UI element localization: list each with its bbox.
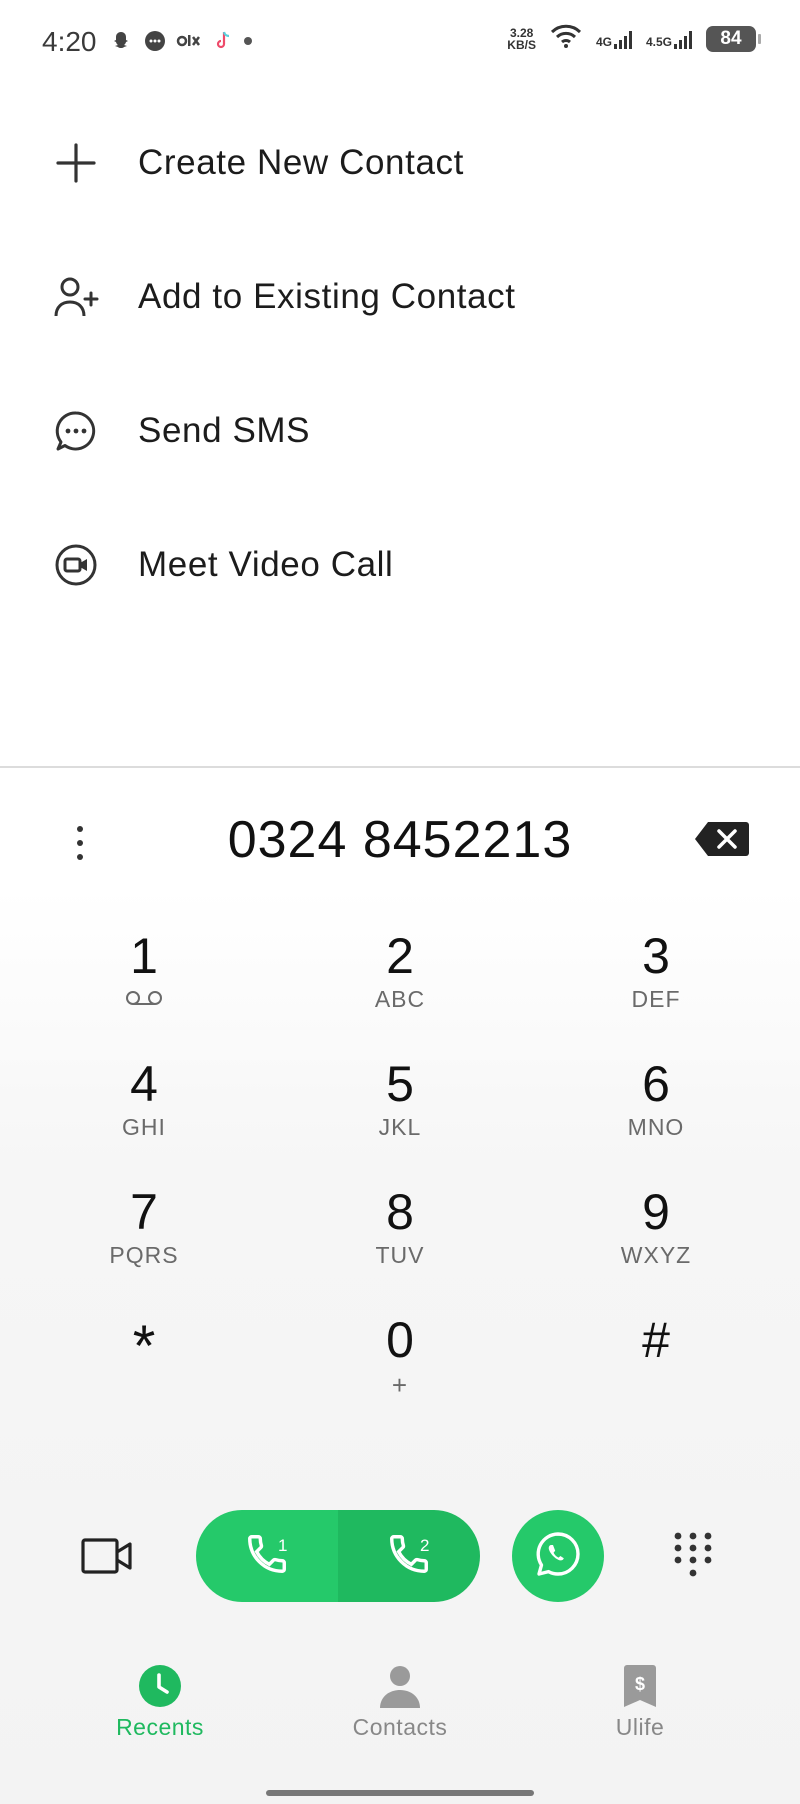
clock-icon <box>138 1664 182 1708</box>
sim2-label: 2 <box>420 1536 430 1555</box>
wifi-icon <box>550 24 582 53</box>
whatsapp-icon <box>533 1529 583 1584</box>
more-notifications-dot <box>244 37 252 45</box>
create-new-contact-item[interactable]: Create New Contact <box>0 96 800 230</box>
menu-item-label: Meet Video Call <box>138 545 394 584</box>
key-5[interactable]: 5 JKL <box>300 1056 500 1176</box>
dialer-panel: 0324 8452213 1 2 ABC 3 DEF 4 GHI 5 JKL 6… <box>0 768 800 1804</box>
status-time: 4:20 <box>42 26 97 57</box>
notification-icons <box>108 28 252 54</box>
video-call-button[interactable] <box>80 1536 134 1576</box>
svg-text:$: $ <box>635 1674 645 1694</box>
battery-indicator: 84 <box>706 25 761 52</box>
tab-label: Ulife <box>615 1714 665 1740</box>
ulife-wallet-icon: $ <box>618 1664 662 1708</box>
snapchat-icon <box>108 28 134 54</box>
key-7[interactable]: 7 PQRS <box>44 1184 244 1304</box>
signal-bars-icon <box>674 29 692 49</box>
status-bar: 4:20 3.28 KB/S 4G 4.5G 84 <box>0 0 800 90</box>
net-speed: 3.28 KB/S <box>507 25 536 52</box>
meet-video-call-item[interactable]: Meet Video Call <box>0 498 800 632</box>
voicemail-icon <box>44 986 244 1013</box>
dialed-number[interactable]: 0324 8452213 <box>0 810 800 870</box>
whatsapp-call-button[interactable] <box>512 1510 604 1602</box>
send-sms-item[interactable]: Send SMS <box>0 364 800 498</box>
olx-icon <box>176 28 202 54</box>
sim1-label: 1 <box>278 1536 288 1555</box>
key-3[interactable]: 3 DEF <box>556 928 756 1048</box>
menu-item-label: Add to Existing Contact <box>138 277 516 316</box>
menu-item-label: Send SMS <box>138 411 311 450</box>
key-1[interactable]: 1 <box>44 928 244 1048</box>
call-sim1-button[interactable]: 1 <box>196 1510 338 1602</box>
key-4[interactable]: 4 GHI <box>44 1056 244 1176</box>
sim1-signal: 4G <box>596 29 632 49</box>
number-actions-menu: Create New Contact Add to Existing Conta… <box>0 96 800 632</box>
message-notification-icon <box>142 28 168 54</box>
tab-contacts[interactable]: Contacts <box>300 1664 500 1741</box>
tab-label: Contacts <box>352 1714 448 1740</box>
home-indicator[interactable] <box>266 1790 534 1796</box>
key-2[interactable]: 2 ABC <box>300 928 500 1048</box>
dual-sim-call-button: 1 2 <box>196 1510 480 1602</box>
signal-bars-icon <box>613 29 632 49</box>
menu-item-label: Create New Contact <box>138 143 464 182</box>
add-to-existing-contact-item[interactable]: Add to Existing Contact <box>0 230 800 364</box>
key-8[interactable]: 8 TUV <box>300 1184 500 1304</box>
key-hash[interactable]: # <box>556 1312 756 1432</box>
tab-recents[interactable]: Recents <box>60 1664 260 1741</box>
tiktok-icon <box>210 28 236 54</box>
person-icon <box>378 1664 422 1708</box>
sim2-signal: 4.5G <box>646 29 692 49</box>
system-icons: 3.28 KB/S 4G 4.5G 84 <box>507 24 761 53</box>
call-sim2-button[interactable]: 2 <box>338 1510 480 1602</box>
meet-icon <box>52 541 100 589</box>
key-0[interactable]: 0 + <box>300 1312 500 1432</box>
key-6[interactable]: 6 MNO <box>556 1056 756 1176</box>
add-person-icon <box>52 273 100 321</box>
key-star[interactable]: * <box>44 1312 244 1432</box>
plus-icon <box>52 139 100 187</box>
call-controls: 1 2 <box>0 1506 800 1606</box>
tab-ulife[interactable]: $ Ulife <box>540 1664 740 1741</box>
key-9[interactable]: 9 WXYZ <box>556 1184 756 1304</box>
dialpad-toggle-button[interactable] <box>668 1528 718 1584</box>
tab-label: Recents <box>116 1714 204 1740</box>
backspace-button[interactable] <box>694 820 750 858</box>
bottom-navigation: Recents Contacts $ Ulife <box>0 1664 800 1774</box>
sms-icon <box>52 407 100 455</box>
